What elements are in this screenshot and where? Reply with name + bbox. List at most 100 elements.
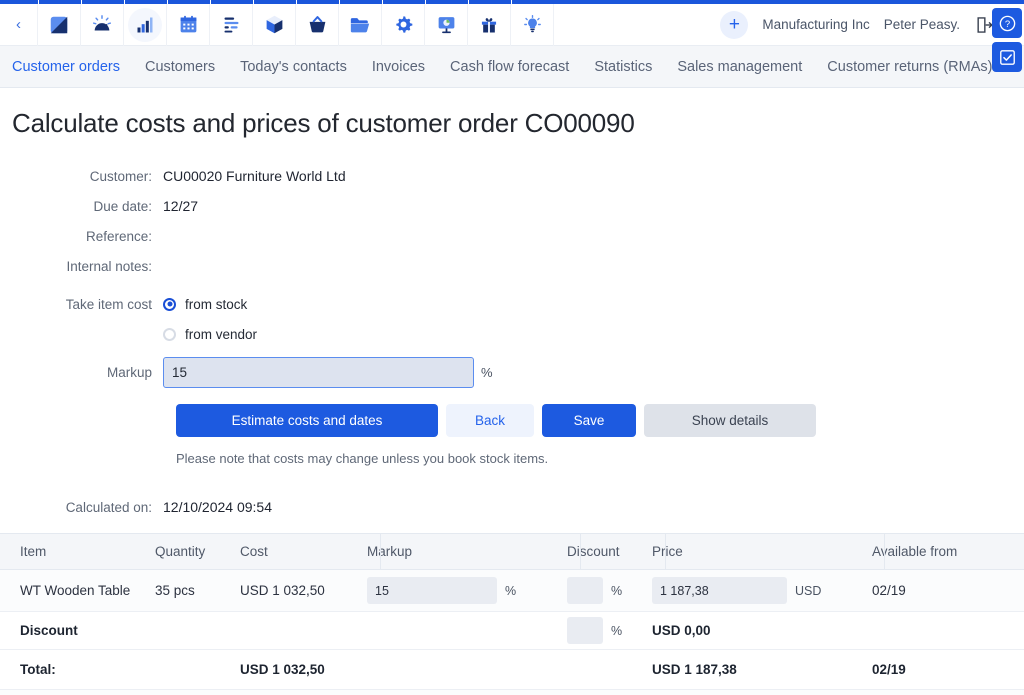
total-discount-input[interactable] bbox=[567, 617, 603, 644]
nav-tab-invoices[interactable]: Invoices bbox=[372, 59, 425, 75]
column-header-markup[interactable]: Markup bbox=[367, 534, 567, 569]
radio-option-from-vendor[interactable]: from vendor bbox=[163, 320, 257, 348]
discount-row-amount: USD 0,00 bbox=[652, 612, 872, 649]
toolbar-dashboard-button[interactable] bbox=[38, 4, 81, 46]
side-action-buttons: ? bbox=[990, 4, 1024, 76]
table-total-row: Total: USD 1 032,50 USD 1 187,38 02/19 bbox=[0, 650, 1024, 690]
nav-tab-statistics[interactable]: Statistics bbox=[594, 59, 652, 75]
page-content: Calculate costs and prices of customer o… bbox=[0, 88, 1024, 522]
reference-label: Reference: bbox=[0, 229, 163, 244]
column-header-available-from[interactable]: Available from bbox=[872, 534, 1012, 569]
customer-value: CU00020 Furniture World Ltd bbox=[163, 168, 346, 184]
due-date-value: 12/27 bbox=[163, 198, 198, 214]
cell-available-from: 02/19 bbox=[872, 570, 1012, 611]
table-partial-row-below-fold bbox=[0, 690, 1024, 695]
bar-chart-icon bbox=[135, 15, 155, 35]
form-row-due-date: Due date: 12/27 bbox=[0, 191, 1024, 221]
application-window: ‹ bbox=[0, 0, 1024, 695]
cube-box-icon bbox=[264, 14, 285, 35]
row-discount-input[interactable] bbox=[567, 577, 603, 604]
nav-tab-cash-flow-forecast[interactable]: Cash flow forecast bbox=[450, 59, 569, 75]
form-row-markup: Markup % bbox=[0, 357, 1024, 388]
column-header-price[interactable]: Price bbox=[652, 534, 872, 569]
toolbar-calendar-button[interactable] bbox=[167, 4, 210, 46]
organization-name[interactable]: Manufacturing Inc bbox=[762, 17, 869, 32]
row-discount-percent: % bbox=[611, 584, 622, 598]
table-header-row: Item Quantity Cost Markup Discount Price… bbox=[0, 533, 1024, 570]
column-header-cost[interactable]: Cost bbox=[240, 534, 367, 569]
radio-option-from-stock[interactable]: from stock bbox=[163, 290, 247, 318]
calculated-on-value: 12/10/2024 09:54 bbox=[163, 499, 272, 515]
toolbar-items-button[interactable] bbox=[253, 4, 296, 46]
back-button[interactable]: Back bbox=[446, 404, 534, 437]
save-button[interactable]: Save bbox=[542, 404, 636, 437]
toolbar-reports-button[interactable] bbox=[425, 4, 468, 46]
toolbar-purchases-button[interactable] bbox=[296, 4, 339, 46]
table-discount-row: Discount % USD 0,00 bbox=[0, 612, 1024, 650]
calculated-on-label: Calculated on: bbox=[0, 500, 163, 515]
total-discount-percent: % bbox=[611, 624, 622, 638]
nav-tab-sales-management[interactable]: Sales management bbox=[677, 59, 802, 75]
cost-change-note: Please note that costs may change unless… bbox=[176, 451, 1024, 466]
radio-from-vendor-input[interactable] bbox=[163, 328, 176, 341]
toolbar-settings-button[interactable] bbox=[382, 4, 425, 46]
gear-icon bbox=[393, 14, 414, 35]
add-new-button[interactable]: + bbox=[720, 11, 748, 39]
order-form: Customer: CU00020 Furniture World Ltd Du… bbox=[0, 161, 1024, 522]
module-navigation-bar: Customer orders Customers Today's contac… bbox=[0, 46, 1024, 88]
total-row-price: USD 1 187,38 bbox=[652, 650, 872, 689]
form-row-calculated-on: Calculated on: 12/10/2024 09:54 bbox=[0, 492, 1024, 522]
toolbar-statistics-button[interactable] bbox=[124, 4, 167, 46]
markup-label: Markup bbox=[0, 365, 163, 380]
cell-markup: % bbox=[367, 570, 567, 611]
gantt-list-icon bbox=[221, 14, 242, 35]
user-name[interactable]: Peter Peasy. bbox=[884, 17, 960, 32]
radio-from-stock-input[interactable] bbox=[163, 298, 176, 311]
radio-from-stock-label[interactable]: from stock bbox=[185, 297, 247, 312]
nav-tab-customers[interactable]: Customers bbox=[145, 59, 215, 75]
nav-tab-customer-returns[interactable]: Customer returns (RMAs) bbox=[827, 59, 992, 75]
take-item-cost-label: Take item cost bbox=[0, 297, 163, 312]
back-chevron-icon[interactable]: ‹ bbox=[0, 4, 38, 46]
gift-icon bbox=[479, 15, 499, 35]
radio-from-vendor-label[interactable]: from vendor bbox=[185, 327, 257, 342]
plus-icon: + bbox=[729, 15, 740, 34]
markup-input[interactable] bbox=[163, 357, 474, 388]
form-row-from-vendor: from vendor bbox=[0, 319, 1024, 349]
discount-row-field: % bbox=[567, 612, 652, 649]
cell-item: WT Wooden Table bbox=[0, 570, 155, 611]
nav-tab-todays-contacts[interactable]: Today's contacts bbox=[240, 59, 347, 75]
row-price-input[interactable] bbox=[652, 577, 787, 604]
tasks-checkbox-button[interactable] bbox=[992, 42, 1022, 72]
due-date-label: Due date: bbox=[0, 199, 163, 214]
toolbar-performance-button[interactable] bbox=[81, 4, 124, 46]
svg-text:?: ? bbox=[1004, 19, 1009, 30]
form-row-internal-notes: Internal notes: bbox=[0, 251, 1024, 281]
nav-tab-customer-orders[interactable]: Customer orders bbox=[12, 59, 120, 75]
page-title: Calculate costs and prices of customer o… bbox=[0, 88, 1024, 139]
toolbar-whats-new-button[interactable] bbox=[468, 4, 511, 46]
estimate-costs-and-dates-button[interactable]: Estimate costs and dates bbox=[176, 404, 438, 437]
help-button[interactable]: ? bbox=[992, 8, 1022, 38]
column-header-quantity[interactable]: Quantity bbox=[155, 534, 240, 569]
row-markup-input[interactable] bbox=[367, 577, 497, 604]
show-details-button[interactable]: Show details bbox=[644, 404, 816, 437]
toolbar-documents-button[interactable] bbox=[339, 4, 382, 46]
form-row-customer: Customer: CU00020 Furniture World Ltd bbox=[0, 161, 1024, 191]
form-row-reference: Reference: bbox=[0, 221, 1024, 251]
calendar-icon bbox=[178, 14, 199, 35]
total-row-available-from: 02/19 bbox=[872, 650, 1012, 689]
toolbar-right-group: + Manufacturing Inc Peter Peasy. bbox=[720, 4, 1024, 46]
toolbar-planning-button[interactable] bbox=[210, 4, 253, 46]
costs-and-prices-table: Item Quantity Cost Markup Discount Price… bbox=[0, 533, 1024, 695]
top-toolbar: ‹ bbox=[0, 4, 1024, 46]
dashboard-icon bbox=[48, 14, 70, 36]
cell-price: USD bbox=[652, 570, 872, 611]
toolbar-tips-button[interactable] bbox=[511, 4, 554, 46]
cell-discount: % bbox=[567, 570, 652, 611]
total-row-label: Total: bbox=[0, 650, 155, 689]
column-header-item[interactable]: Item bbox=[0, 534, 155, 569]
action-button-row: Estimate costs and dates Back Save Show … bbox=[176, 404, 1024, 437]
cell-quantity: 35 pcs bbox=[155, 570, 240, 611]
presentation-chart-icon bbox=[436, 14, 457, 35]
